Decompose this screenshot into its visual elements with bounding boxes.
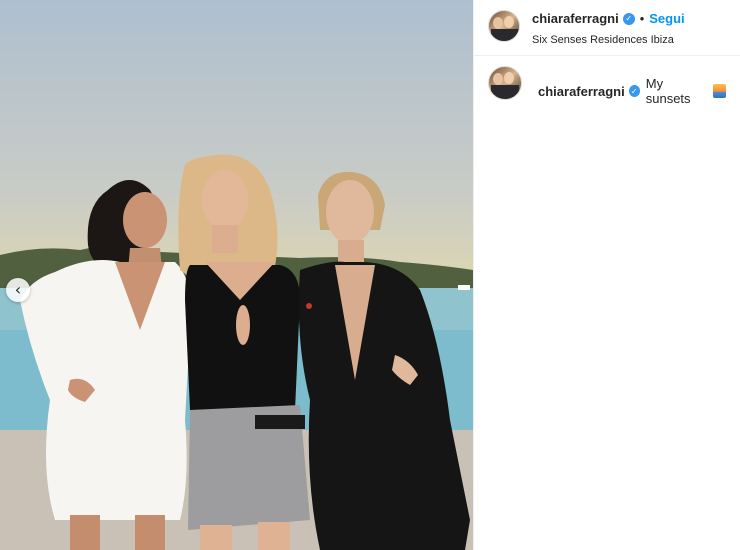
verified-badge-icon: ✓: [622, 12, 635, 25]
separator-dot: •: [639, 11, 645, 26]
caption-text: chiaraferragni ✓ My sunsets: [538, 70, 726, 106]
carousel-prev-button[interactable]: ‹: [6, 278, 30, 302]
instagram-post: ‹ chiaraferragni ✓ • Segui Six Senses Re…: [0, 0, 740, 550]
caption-avatar[interactable]: [488, 66, 522, 100]
sunset-emoji-icon: [713, 84, 726, 98]
caption-message: My sunsets: [645, 76, 691, 106]
post-side-panel: chiaraferragni ✓ • Segui Six Senses Resi…: [473, 0, 740, 550]
follow-button[interactable]: Segui: [649, 11, 684, 26]
post-photo[interactable]: ‹: [0, 0, 473, 550]
username-link[interactable]: chiaraferragni: [532, 11, 619, 26]
avatar[interactable]: [488, 10, 520, 42]
verified-badge-icon: ✓: [628, 85, 640, 97]
post-caption: chiaraferragni ✓ My sunsets: [474, 56, 740, 120]
chevron-left-icon: ‹: [14, 280, 22, 299]
caption-username-link[interactable]: chiaraferragni: [538, 84, 625, 99]
post-header: chiaraferragni ✓ • Segui Six Senses Resi…: [474, 0, 740, 56]
header-meta: chiaraferragni ✓ • Segui Six Senses Resi…: [532, 10, 685, 46]
location-link[interactable]: Six Senses Residences Ibiza: [532, 34, 685, 46]
photo-illustration: [0, 154, 473, 550]
